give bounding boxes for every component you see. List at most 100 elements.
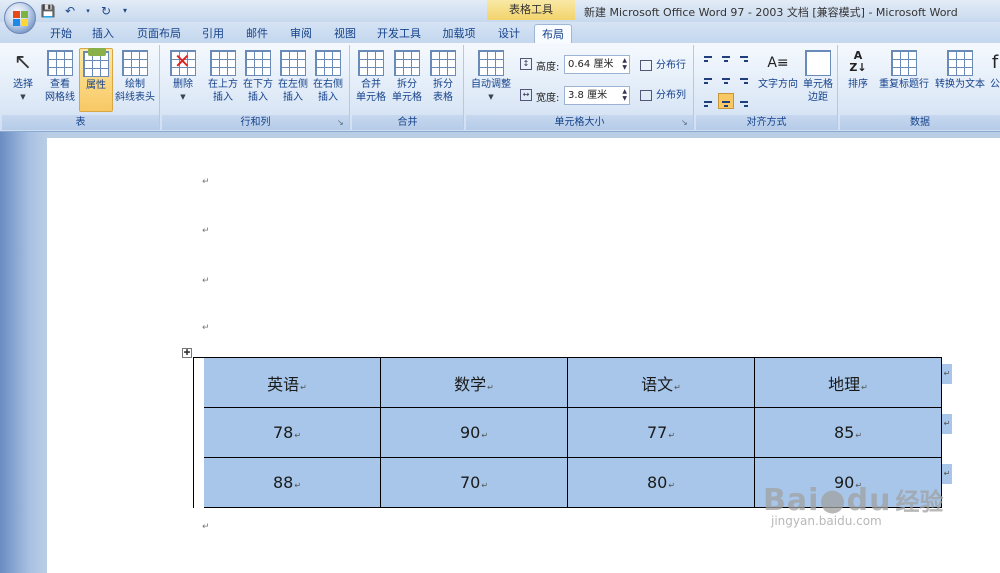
- watermark-url: jingyan.baidu.com: [771, 514, 882, 528]
- spinner-arrows-icon[interactable]: ▲ ▼: [622, 88, 627, 102]
- tab-review[interactable]: 审阅: [282, 24, 320, 43]
- table-group: ↖ 选择 ▼ 查看 网格线 属性 绘制 斜线表头 表: [2, 45, 160, 130]
- table-cell[interactable]: 77↵: [567, 407, 755, 458]
- diagonal-header-icon: [122, 50, 148, 76]
- delete-button[interactable]: ✕ 删除 ▼: [166, 48, 200, 112]
- table-cell[interactable]: 数学↵: [380, 357, 568, 408]
- height-label: 高度:: [536, 62, 560, 73]
- split-table-button[interactable]: 拆分 表格: [426, 48, 460, 112]
- view-gridlines-button[interactable]: 查看 网格线: [42, 48, 78, 112]
- chevron-down-icon: ▼: [20, 93, 26, 101]
- sort-az-icon: A Z↓: [849, 49, 867, 74]
- table-cell[interactable]: 英语↵: [193, 357, 381, 408]
- alignment-group-label: 对齐方式: [696, 115, 837, 130]
- repeat-header-rows-button[interactable]: 重复标题行: [876, 48, 932, 112]
- align-bottom-left-icon[interactable]: [700, 93, 716, 109]
- distribute-rows-button[interactable]: 分布行: [638, 57, 686, 74]
- paragraph-mark: ↵: [202, 522, 210, 532]
- align-top-right-icon[interactable]: [736, 51, 752, 67]
- cell-end-mark: ↵: [300, 382, 307, 392]
- tab-add-ins[interactable]: 加载项: [436, 24, 482, 43]
- insert-left-button[interactable]: 在左侧 插入: [276, 48, 310, 112]
- align-middle-center-icon[interactable]: [718, 72, 734, 88]
- column-width-input[interactable]: 3.8 厘米 ▲ ▼: [564, 86, 630, 105]
- table-cell[interactable]: 80↵: [567, 457, 755, 508]
- tab-page-layout[interactable]: 页面布局: [132, 24, 186, 43]
- cell-end-mark: ↵: [855, 431, 863, 440]
- cell-text: 85: [833, 423, 855, 442]
- insert-column-right-icon: [315, 50, 341, 76]
- cell-margins-label: 单元格 边距: [803, 79, 833, 103]
- align-bottom-right-icon[interactable]: [736, 93, 752, 109]
- select-button[interactable]: ↖ 选择 ▼: [6, 48, 40, 112]
- tab-insert[interactable]: 插入: [84, 24, 122, 43]
- cell-end-mark: ↵: [294, 481, 302, 490]
- cell-text: 英语: [267, 374, 300, 394]
- cell-end-mark: ↵: [668, 481, 676, 490]
- text-direction-label: 文字方向: [758, 79, 798, 90]
- cell-size-group: 自动调整 ▼ ↕ 高度: 0.64 厘米 ▲ ▼ ↔ 宽度: 3.8 厘米 ▲ ▼ …: [466, 45, 694, 130]
- draw-diagonal-header-button[interactable]: 绘制 斜线表头: [114, 48, 156, 112]
- table-cell[interactable]: 85↵: [754, 407, 942, 458]
- table-cell[interactable]: 地理↵: [754, 357, 942, 408]
- insert-right-button[interactable]: 在右侧 插入: [311, 48, 345, 112]
- insert-below-label: 在下方 插入: [243, 79, 273, 103]
- tab-view[interactable]: 视图: [326, 24, 364, 43]
- table-cell[interactable]: 70↵: [380, 457, 568, 508]
- spinner-arrows-icon[interactable]: ▲ ▼: [622, 57, 627, 71]
- table-cell[interactable]: 语文↵: [567, 357, 755, 408]
- paragraph-mark: ↵: [202, 323, 210, 333]
- paragraph-mark: ↵: [202, 177, 210, 187]
- undo-icon[interactable]: ↶: [62, 4, 78, 18]
- align-top-center-icon[interactable]: [718, 51, 734, 67]
- table-cell[interactable]: 88↵: [193, 457, 381, 508]
- column-width-control: ↔ 宽度: 3.8 厘米 ▲ ▼: [518, 86, 636, 105]
- cell-margins-icon: [805, 50, 831, 76]
- insert-left-label: 在左侧 插入: [278, 79, 308, 103]
- convert-to-text-button[interactable]: 转换为文本: [932, 48, 988, 112]
- align-bottom-center-icon[interactable]: [718, 93, 734, 109]
- autofit-button[interactable]: 自动调整 ▼: [468, 48, 514, 112]
- redo-icon[interactable]: ↻: [98, 4, 114, 18]
- tab-references[interactable]: 引用: [194, 24, 232, 43]
- customize-qat-icon[interactable]: ▾: [120, 4, 130, 18]
- cell-margins-button[interactable]: 单元格 边距: [800, 48, 836, 112]
- table-cell[interactable]: 78↵: [193, 407, 381, 458]
- text-direction-button[interactable]: A≡ 文字方向: [756, 48, 800, 112]
- tab-mailings[interactable]: 邮件: [238, 24, 276, 43]
- tab-developer[interactable]: 开发工具: [372, 24, 426, 43]
- save-icon[interactable]: 💾: [40, 4, 56, 18]
- properties-button[interactable]: 属性: [79, 48, 113, 112]
- split-cells-button[interactable]: 拆分 单元格: [390, 48, 424, 112]
- office-button[interactable]: [4, 2, 36, 34]
- formula-button[interactable]: f 公: [988, 48, 1000, 112]
- insert-below-button[interactable]: 在下方 插入: [241, 48, 275, 112]
- window-title: 新建 Microsoft Office Word 97 - 2003 文档 [兼…: [584, 6, 958, 19]
- tab-layout[interactable]: 布局: [534, 24, 572, 43]
- align-top-left-icon[interactable]: [700, 51, 716, 67]
- undo-dropdown-icon[interactable]: ▾: [84, 4, 92, 18]
- data-group-label: 数据: [840, 115, 1000, 130]
- width-label: 宽度:: [536, 93, 560, 104]
- sort-button[interactable]: A Z↓ 排序: [844, 48, 872, 112]
- table-group-label: 表: [2, 115, 159, 130]
- gridlines-icon: [47, 50, 73, 76]
- tab-home[interactable]: 开始: [42, 24, 80, 43]
- split-cells-icon: [394, 50, 420, 76]
- cell-text: 80: [646, 473, 668, 492]
- alignment-group: A≡ 文字方向 单元格 边距 对齐方式: [696, 45, 838, 130]
- dialog-launcher-icon[interactable]: ↘: [337, 118, 347, 128]
- table-move-handle-icon[interactable]: ✚: [182, 348, 192, 358]
- cell-end-mark: ↵: [861, 382, 868, 392]
- insert-above-button[interactable]: 在上方 插入: [206, 48, 240, 112]
- align-middle-right-icon[interactable]: [736, 72, 752, 88]
- row-height-input[interactable]: 0.64 厘米 ▲ ▼: [564, 55, 630, 74]
- insert-row-below-icon: [245, 50, 271, 76]
- dialog-launcher-icon[interactable]: ↘: [681, 118, 691, 128]
- table-cell[interactable]: 90↵: [380, 407, 568, 458]
- tab-design[interactable]: 设计: [492, 24, 526, 43]
- distribute-columns-button[interactable]: 分布列: [638, 87, 686, 104]
- align-middle-left-icon[interactable]: [700, 72, 716, 88]
- split-cells-label: 拆分 单元格: [392, 79, 422, 103]
- merge-cells-button[interactable]: 合并 单元格: [354, 48, 388, 112]
